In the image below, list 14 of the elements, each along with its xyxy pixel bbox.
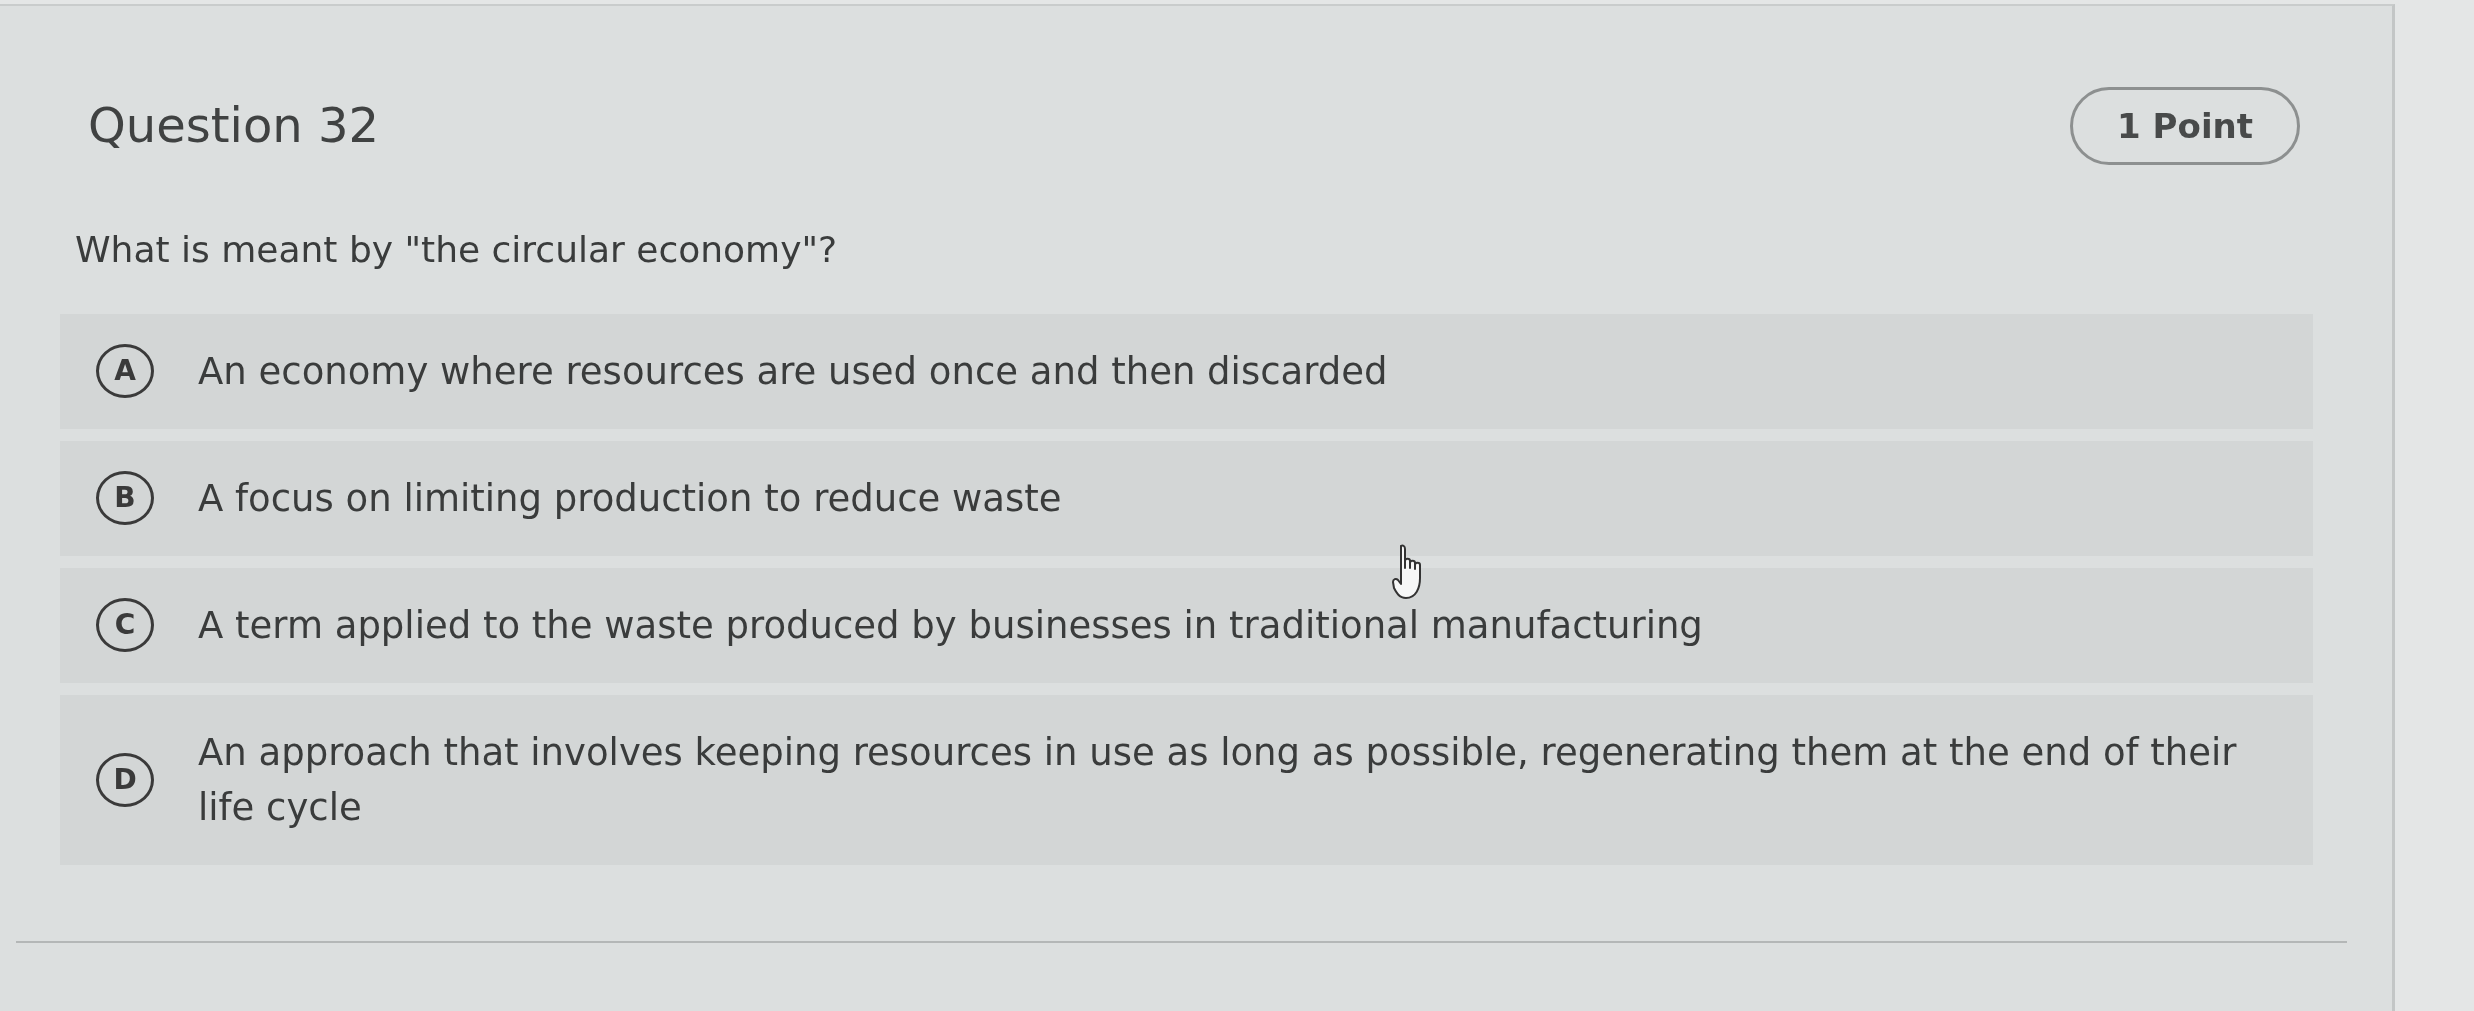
question-title: Question 32 bbox=[88, 97, 380, 155]
answer-text: An approach that involves keeping resources in use as long as possible, regenerating them at the end of their life cycle bbox=[198, 729, 2238, 831]
answer-text: A focus on limiting production to reduce waste bbox=[198, 475, 1062, 522]
answer-letter[interactable]: D bbox=[96, 752, 154, 807]
answer-option[interactable]: A An economy where resources are used once and then discarded bbox=[60, 313, 2313, 429]
question-prompt: What is meant by "the circular economy"? bbox=[75, 228, 839, 272]
answer-text: An economy where resources are used once and then discarded bbox=[198, 348, 1388, 395]
answer-letter[interactable]: C bbox=[96, 598, 154, 653]
answer-letter[interactable]: B bbox=[96, 471, 154, 526]
points-pill: 1 Point bbox=[2070, 87, 2300, 165]
answer-option[interactable]: D An approach that involves keeping resources in use as long as possible, regenerating them at the end of their life cycle bbox=[60, 694, 2313, 865]
answer-letter[interactable]: A bbox=[96, 344, 154, 399]
answer-option[interactable]: B A focus on limiting production to reduce waste bbox=[60, 440, 2313, 556]
answer-text: A term applied to the waste produced by businesses in traditional manufacturing bbox=[198, 602, 1703, 649]
